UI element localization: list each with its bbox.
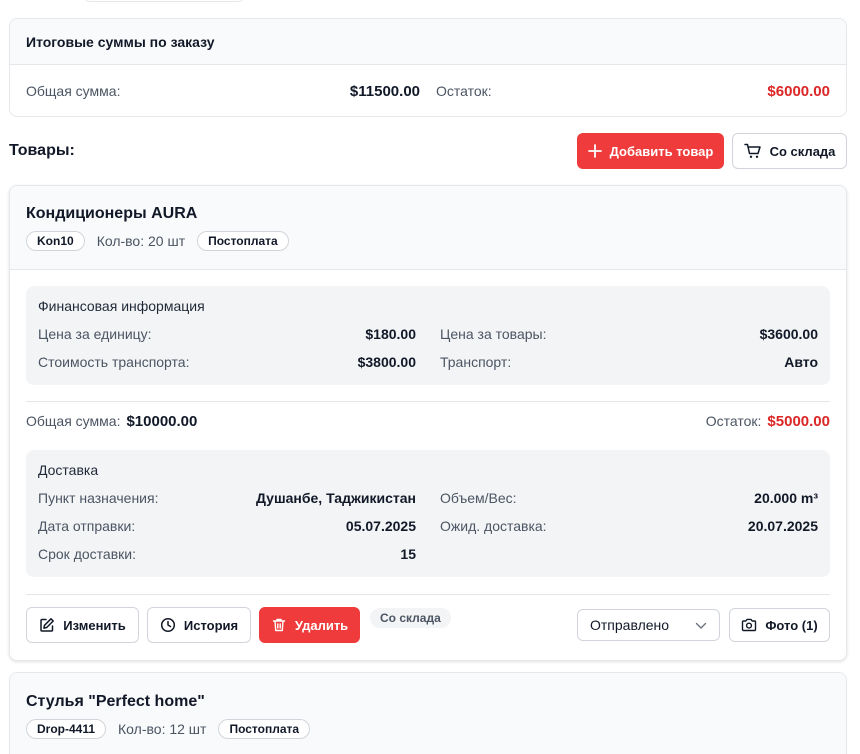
divider bbox=[26, 401, 830, 402]
payment-type-badge: Постоплата bbox=[218, 719, 311, 739]
transport-cost-row: Стоимость транспорта: $3800.00 bbox=[38, 348, 416, 376]
transport-row: Транспорт: Авто bbox=[440, 348, 818, 376]
product-balance: Остаток: $5000.00 bbox=[706, 413, 830, 430]
order-balance: Остаток: $6000.00 bbox=[436, 83, 830, 100]
product-balance-value: $5000.00 bbox=[767, 413, 830, 430]
term-value: 15 bbox=[400, 546, 416, 562]
transport-value: Авто bbox=[784, 354, 818, 370]
source-tag: Со склада bbox=[370, 608, 451, 628]
clock-icon bbox=[160, 617, 176, 633]
payment-type-badge: Постоплата bbox=[197, 231, 289, 251]
product-card: Кондиционеры AURA Kon10 Кол-во: 20 шт По… bbox=[9, 185, 847, 661]
order-total: Общая сумма: $11500.00 bbox=[26, 83, 420, 100]
expected-row: Ожид. доставка: 20.07.2025 bbox=[440, 512, 818, 540]
product-sum-row: Общая сумма: $10000.00 Остаток: $5000.00 bbox=[26, 413, 830, 430]
products-toolbar: Товары: Добавить товар Со склада bbox=[9, 132, 847, 170]
camera-icon bbox=[741, 618, 757, 632]
volume-value: 20.000 m³ bbox=[754, 490, 818, 506]
volume-label: Объем/Вес: bbox=[440, 490, 517, 506]
finance-section: Финансовая информация Цена за единицу: $… bbox=[26, 286, 830, 385]
from-warehouse-button[interactable]: Со склада bbox=[732, 133, 847, 169]
order-totals-body: Общая сумма: $11500.00 Остаток: $6000.00 bbox=[10, 65, 846, 116]
destination-label: Пункт назначения: bbox=[38, 490, 159, 506]
expected-value: 20.07.2025 bbox=[747, 518, 818, 534]
unit-price-row: Цена за единицу: $180.00 bbox=[38, 320, 416, 348]
finance-title: Финансовая информация bbox=[38, 298, 205, 314]
transport-cost-value: $3800.00 bbox=[357, 354, 416, 370]
order-totals-title: Итоговые суммы по заказу bbox=[10, 19, 846, 65]
product-quantity: Кол-во: 20 шт bbox=[96, 233, 186, 249]
product-meta: Drop-4411 Кол-во: 12 шт Постоплата bbox=[26, 719, 830, 739]
products-title: Товары: bbox=[9, 142, 75, 159]
history-button[interactable]: История bbox=[147, 607, 251, 643]
transport-cost-label: Стоимость транспорта: bbox=[38, 354, 190, 370]
chevron-down-icon bbox=[695, 617, 707, 633]
divider bbox=[26, 594, 830, 595]
product-quantity: Кол-во: 12 шт bbox=[118, 721, 207, 737]
delivery-title: Доставка bbox=[38, 462, 99, 478]
photo-button[interactable]: Фото (1) bbox=[729, 608, 830, 642]
product-balance-label: Остаток: bbox=[705, 413, 762, 429]
unit-price-value: $180.00 bbox=[365, 326, 416, 342]
status-value: Отправлено bbox=[590, 617, 670, 633]
edit-button[interactable]: Изменить bbox=[26, 607, 139, 643]
status-select[interactable]: Отправлено bbox=[577, 609, 720, 641]
term-label: Срок доставки: bbox=[38, 546, 136, 562]
ship-date-row: Дата отправки: 05.07.2025 bbox=[38, 512, 416, 540]
product-code-badge: Drop-4411 bbox=[26, 719, 107, 739]
product-code-badge: Kon10 bbox=[26, 231, 85, 251]
transport-label: Транспорт: bbox=[440, 354, 512, 370]
delete-label: Удалить bbox=[294, 617, 349, 633]
order-totals-card: Итоговые суммы по заказу Общая сумма: $1… bbox=[9, 18, 847, 117]
product-header: Кондиционеры AURA Kon10 Кол-во: 20 шт По… bbox=[10, 186, 846, 270]
delete-button[interactable]: Удалить bbox=[259, 607, 360, 643]
goods-price-value: $3600.00 bbox=[759, 326, 818, 342]
edit-label: Изменить bbox=[63, 617, 126, 633]
ship-date-value: 05.07.2025 bbox=[345, 518, 416, 534]
cart-icon bbox=[743, 143, 762, 159]
history-label: История bbox=[183, 617, 239, 633]
expected-label: Ожид. доставка: bbox=[440, 518, 547, 534]
add-product-button[interactable]: Добавить товар bbox=[577, 133, 724, 169]
product-header: Стулья "Perfect home" Drop-4411 Кол-во: … bbox=[10, 673, 846, 754]
volume-row: Объем/Вес: 20.000 m³ bbox=[440, 484, 818, 512]
trash-icon bbox=[271, 617, 287, 633]
unit-price-label: Цена за единицу: bbox=[38, 326, 152, 342]
order-balance-value: $6000.00 bbox=[767, 82, 830, 100]
goods-price-label: Цена за товары: bbox=[440, 326, 547, 342]
product-card: Стулья "Perfect home" Drop-4411 Кол-во: … bbox=[9, 672, 847, 754]
term-row: Срок доставки: 15 bbox=[38, 540, 416, 568]
ship-date-label: Дата отправки: bbox=[38, 518, 136, 534]
pencil-icon bbox=[39, 617, 55, 633]
goods-price-row: Цена за товары: $3600.00 bbox=[440, 320, 818, 348]
from-warehouse-label: Со склада bbox=[769, 143, 836, 159]
product-name: Стулья "Perfect home" bbox=[26, 693, 205, 710]
product-actions: Изменить История Удалить Со склада Отпра… bbox=[26, 607, 830, 643]
photo-label: Фото (1) bbox=[765, 617, 818, 633]
destination-row: Пункт назначения: Душанбе, Таджикистан bbox=[38, 484, 416, 512]
product-total-label: Общая сумма: bbox=[26, 413, 121, 429]
top-input-stub[interactable] bbox=[84, 0, 244, 2]
order-total-label: Общая сумма: bbox=[26, 83, 121, 99]
product-total: Общая сумма: $10000.00 bbox=[26, 413, 197, 430]
order-balance-label: Остаток: bbox=[436, 83, 492, 99]
product-meta: Kon10 Кол-во: 20 шт Постоплата bbox=[26, 231, 830, 251]
delivery-section: Доставка Пункт назначения: Душанбе, Тадж… bbox=[26, 450, 830, 577]
product-total-value: $10000.00 bbox=[126, 413, 198, 430]
destination-value: Душанбе, Таджикистан bbox=[256, 490, 416, 506]
plus-icon bbox=[587, 144, 602, 158]
order-total-value: $11500.00 bbox=[349, 82, 420, 100]
add-product-label: Добавить товар bbox=[609, 143, 714, 159]
product-name: Кондиционеры AURA bbox=[26, 205, 198, 222]
